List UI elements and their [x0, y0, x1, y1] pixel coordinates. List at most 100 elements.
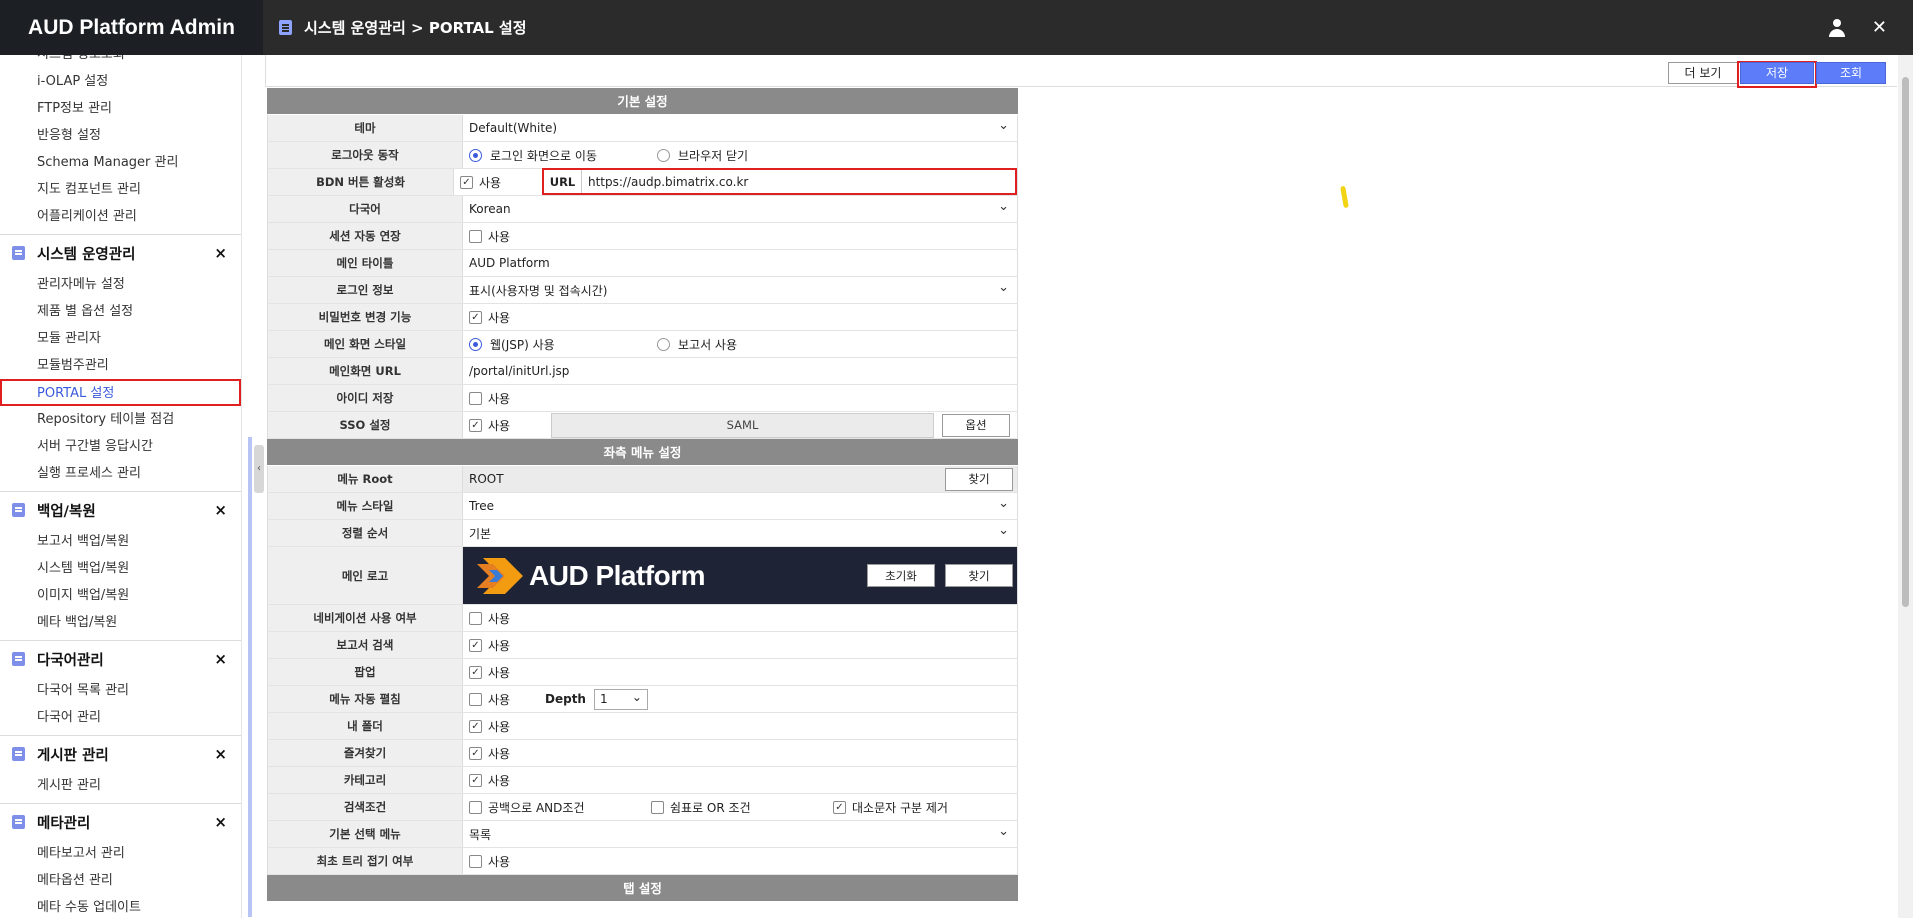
- sidebar-group-system[interactable]: 시스템 운영관리 ×: [0, 234, 241, 271]
- search-button[interactable]: 조회: [1816, 62, 1886, 84]
- checkbox-checked[interactable]: ✓: [469, 746, 482, 760]
- sidebar-item[interactable]: 어플리케이션 관리: [0, 203, 241, 230]
- sidebar-item[interactable]: 지도 컴포넌트 관리: [0, 176, 241, 203]
- checkbox-checked[interactable]: ✓: [460, 175, 473, 189]
- language-select[interactable]: Korean: [463, 196, 1018, 222]
- sidebar-item[interactable]: 게시판 관리: [0, 772, 241, 799]
- close-icon[interactable]: ✕: [1872, 17, 1887, 38]
- menu-root-find-button[interactable]: 찾기: [945, 467, 1013, 491]
- close-icon[interactable]: ×: [214, 244, 227, 262]
- sidebar-group-board[interactable]: 게시판 관리 ×: [0, 735, 241, 772]
- sso-option-button[interactable]: 옵션: [942, 413, 1010, 437]
- checkbox-checked[interactable]: ✓: [469, 665, 482, 679]
- bdn-checkbox[interactable]: ✓ 사용: [460, 174, 542, 191]
- sidebar-group-backup[interactable]: 백업/복원 ×: [0, 491, 241, 528]
- checkbox-checked[interactable]: ✓: [469, 719, 482, 733]
- save-id-checkbox[interactable]: 사용: [469, 390, 510, 407]
- menu-expand-checkbox[interactable]: 사용: [469, 691, 545, 708]
- close-icon[interactable]: ×: [214, 813, 227, 831]
- pw-change-checkbox[interactable]: ✓ 사용: [469, 309, 510, 326]
- checkbox-checked[interactable]: ✓: [469, 310, 482, 324]
- sidebar-item[interactable]: 다국어 목록 관리: [0, 677, 241, 704]
- sidebar-group-i18n[interactable]: 다국어관리 ×: [0, 640, 241, 677]
- radio[interactable]: [657, 148, 670, 162]
- sidebar-item[interactable]: FTP정보 관리: [0, 95, 241, 122]
- main-url-input[interactable]: /portal/initUrl.jsp: [463, 358, 1018, 384]
- report-search-checkbox[interactable]: ✓ 사용: [469, 637, 510, 654]
- sidebar-item[interactable]: 메타 백업/복원: [0, 609, 241, 636]
- search-or-checkbox[interactable]: 쉼표로 OR 조건: [651, 799, 833, 816]
- radio-selected[interactable]: [469, 148, 482, 162]
- depth-select[interactable]: 1 ⌄: [593, 688, 648, 710]
- checkbox-checked[interactable]: ✓: [469, 418, 482, 432]
- search-case-checkbox[interactable]: ✓ 대소문자 구분 제거: [833, 799, 948, 816]
- radio-selected[interactable]: [469, 337, 482, 351]
- save-button[interactable]: 저장: [1740, 62, 1814, 84]
- logout-login-radio[interactable]: 로그인 화면으로 이동: [469, 147, 657, 164]
- checkbox[interactable]: [469, 692, 482, 706]
- app-title[interactable]: AUD Platform Admin: [0, 0, 263, 55]
- close-icon[interactable]: ×: [214, 501, 227, 519]
- sidebar-item[interactable]: 반응형 설정: [0, 122, 241, 149]
- sso-checkbox[interactable]: ✓ 사용: [469, 417, 551, 434]
- sidebar-item[interactable]: i-OLAP 설정: [0, 68, 241, 95]
- sidebar-item[interactable]: Schema Manager 관리: [0, 149, 241, 176]
- more-button[interactable]: 더 보기: [1668, 62, 1738, 84]
- sidebar-item[interactable]: 시스템 백업/복원: [0, 555, 241, 582]
- category-checkbox[interactable]: ✓ 사용: [469, 772, 510, 789]
- sidebar-item[interactable]: 모듈범주관리: [0, 352, 241, 379]
- nav-checkbox[interactable]: 사용: [469, 610, 510, 627]
- sidebar-item[interactable]: 다국어 관리: [0, 704, 241, 731]
- main-style-report-radio[interactable]: 보고서 사용: [657, 336, 737, 353]
- sidebar-item[interactable]: 서버 구간별 응답시간: [0, 433, 241, 460]
- checkbox-checked[interactable]: ✓: [469, 773, 482, 787]
- sidebar-item[interactable]: 실행 프로세스 관리: [0, 460, 241, 487]
- session-checkbox[interactable]: 사용: [469, 228, 510, 245]
- user-icon[interactable]: [1828, 18, 1846, 37]
- logo-reset-button[interactable]: 초기화: [867, 564, 935, 587]
- sidebar-item[interactable]: 메타 수동 업데이트: [0, 894, 241, 918]
- sidebar-item-portal-settings[interactable]: PORTAL 설정: [0, 379, 241, 406]
- logout-close-radio[interactable]: 브라우저 닫기: [657, 147, 748, 164]
- checkbox[interactable]: [651, 800, 664, 814]
- bdn-url-input[interactable]: https://audp.bimatrix.co.kr: [582, 175, 748, 189]
- sidebar-group-meta[interactable]: 메타관리 ×: [0, 803, 241, 840]
- login-info-select[interactable]: 표시(사용자명 및 접속시간): [463, 277, 1018, 303]
- logo-find-button[interactable]: 찾기: [945, 564, 1013, 587]
- sidebar[interactable]: 시스템 정보조회 i-OLAP 설정 FTP정보 관리 반응형 설정 Schem…: [0, 55, 242, 918]
- checkbox[interactable]: [469, 229, 482, 243]
- tree-collapse-checkbox[interactable]: 사용: [469, 853, 510, 870]
- checkbox-checked[interactable]: ✓: [469, 638, 482, 652]
- sidebar-scrollbar[interactable]: [248, 437, 252, 917]
- checkbox[interactable]: [469, 854, 482, 868]
- sidebar-item[interactable]: Repository 테이블 점검: [0, 406, 241, 433]
- checkbox[interactable]: [469, 800, 482, 814]
- sidebar-item[interactable]: 관리자메뉴 설정: [0, 271, 241, 298]
- theme-select[interactable]: Default(White): [463, 115, 1018, 141]
- popup-checkbox[interactable]: ✓ 사용: [469, 664, 510, 681]
- collapse-sidebar-handle[interactable]: ‹: [254, 445, 264, 493]
- main-style-jsp-radio[interactable]: 웹(JSP) 사용: [469, 336, 657, 353]
- favorites-checkbox[interactable]: ✓ 사용: [469, 745, 510, 762]
- checkbox-checked[interactable]: ✓: [833, 800, 846, 814]
- default-menu-select[interactable]: 목록: [463, 821, 1018, 847]
- search-and-checkbox[interactable]: 공백으로 AND조건: [469, 799, 651, 816]
- checkbox[interactable]: [469, 391, 482, 405]
- close-icon[interactable]: ×: [214, 650, 227, 668]
- my-folder-checkbox[interactable]: ✓ 사용: [469, 718, 510, 735]
- sidebar-item[interactable]: 메타옵션 관리: [0, 867, 241, 894]
- sort-select[interactable]: 기본: [463, 520, 1018, 546]
- checkbox[interactable]: [469, 611, 482, 625]
- sidebar-item[interactable]: 시스템 정보조회: [0, 55, 241, 68]
- sidebar-item[interactable]: 모듈 관리자: [0, 325, 241, 352]
- scrollbar-thumb[interactable]: [1902, 77, 1909, 607]
- radio[interactable]: [657, 337, 670, 351]
- menu-style-select[interactable]: Tree: [463, 493, 1018, 519]
- main-scrollbar[interactable]: [1898, 55, 1913, 918]
- sidebar-item[interactable]: 이미지 백업/복원: [0, 582, 241, 609]
- main-title-input[interactable]: AUD Platform: [463, 250, 1018, 276]
- sidebar-item[interactable]: 보고서 백업/복원: [0, 528, 241, 555]
- sidebar-item[interactable]: 제품 별 옵션 설정: [0, 298, 241, 325]
- close-icon[interactable]: ×: [214, 745, 227, 763]
- sidebar-item[interactable]: 메타보고서 관리: [0, 840, 241, 867]
